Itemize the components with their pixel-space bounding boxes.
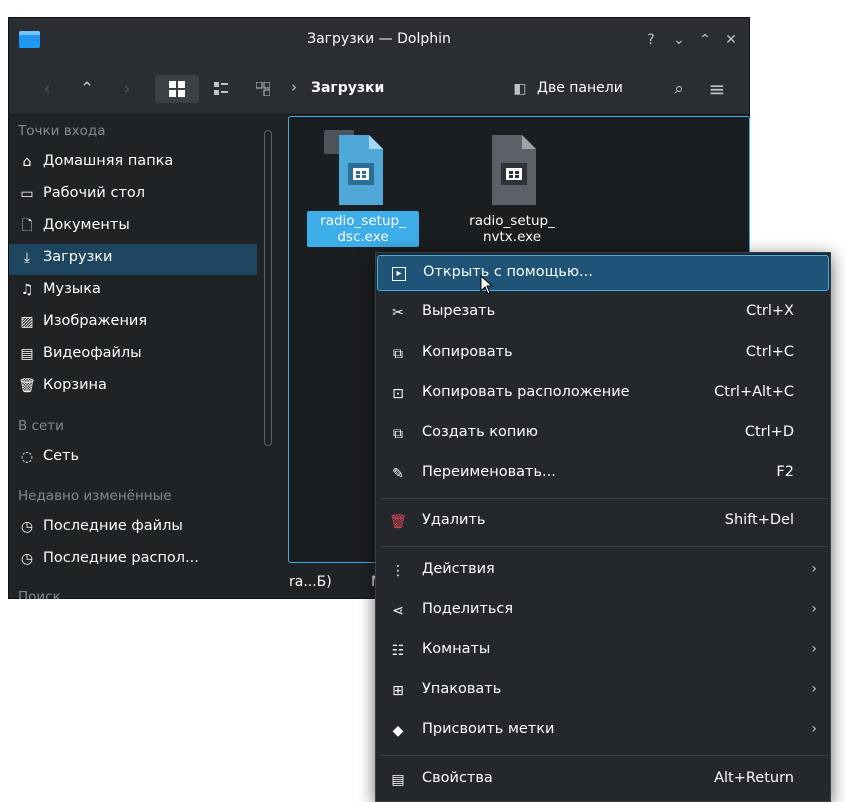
compress-icon: ⊞ xyxy=(392,683,404,699)
sidebar-item-network[interactable]: ◌ Сеть xyxy=(9,443,257,474)
menu-item-share[interactable]: ⋖ Поделиться › xyxy=(377,593,829,629)
music-icon: ♫ xyxy=(20,282,34,298)
documents-icon: 🗋 xyxy=(21,218,33,234)
menu-item-activities[interactable]: ☷ Комнаты › xyxy=(377,633,829,669)
delete-icon: 🗑 xyxy=(389,514,407,530)
sidebar-item-documents[interactable]: 🗋 Документы xyxy=(9,212,257,243)
context-menu: ▸ Открыть с помощью... ✂ Вырезать Ctrl+X… xyxy=(375,252,831,802)
menu-item-copy-location[interactable]: ⊡ Копировать расположение Ctrl+Alt+C xyxy=(377,376,829,412)
cut-icon: ✂ xyxy=(392,305,404,321)
split-view-button[interactable]: Две панели xyxy=(537,80,623,96)
shortcut: Ctrl+Alt+C xyxy=(714,384,794,400)
chevron-right-icon: › xyxy=(811,681,817,697)
section-entry-points: Точки входа xyxy=(18,123,106,139)
copy-location-icon: ⊡ xyxy=(392,386,404,402)
file-name-nvtx: radio_setup_ nvtx.exe xyxy=(469,213,555,245)
back-icon[interactable]: ‹ xyxy=(33,75,61,103)
status-bar-text: ra...Б) xyxy=(289,574,332,590)
section-network: В сети xyxy=(18,418,64,434)
sidebar-item-music[interactable]: ♫ Музыка xyxy=(9,276,257,307)
downloads-icon: ⤓ xyxy=(23,250,31,266)
menu-item-copy[interactable]: ⧉ Копировать Ctrl+C xyxy=(377,336,829,372)
exe-file-icon xyxy=(339,135,383,205)
copy-icon: ⧉ xyxy=(393,346,403,362)
sidebar-item-downloads[interactable]: ⤓ Загрузки xyxy=(9,244,257,275)
shortcut: Ctrl+D xyxy=(744,424,794,440)
forward-icon[interactable]: › xyxy=(113,75,141,103)
rename-icon: ✎ xyxy=(392,466,404,482)
window-title: Загрузки — Dolphin xyxy=(307,31,451,47)
shortcut: Alt+Return xyxy=(714,770,794,786)
trash-icon: 🗑 xyxy=(18,378,36,394)
sidebar-item-recent-locations[interactable]: ◷ Последние распол... xyxy=(9,545,257,576)
file-name-dsc: radio_setup_ dsc.exe xyxy=(307,211,419,247)
sidebar-scrollbar[interactable] xyxy=(264,130,272,446)
menu-item-open-with[interactable]: ▸ Открыть с помощью... xyxy=(377,255,829,291)
maximize-button[interactable]: ⌃ xyxy=(696,31,714,49)
menu-item-duplicate[interactable]: ⧉ Создать копию Ctrl+D xyxy=(377,416,829,452)
recent-files-icon: ◷ xyxy=(20,519,34,535)
places-panel: Точки входа ⌂ Домашняя папка ▭ Рабочий сто… xyxy=(9,115,259,600)
tree-icon xyxy=(255,81,271,97)
home-icon: ⌂ xyxy=(22,154,32,170)
search-icon[interactable]: ⌕ xyxy=(667,75,691,103)
shortcut: F2 xyxy=(776,464,794,480)
menu-item-cut[interactable]: ✂ Вырезать Ctrl+X xyxy=(377,295,829,331)
grid-icon xyxy=(169,81,185,97)
shortcut: Shift+Del xyxy=(724,512,794,528)
recent-locations-icon: ◷ xyxy=(20,551,34,567)
sidebar-item-home[interactable]: ⌂ Домашняя папка xyxy=(9,148,257,179)
split-view-icon[interactable]: ◧ xyxy=(511,75,529,103)
shortcut: Ctrl+C xyxy=(745,344,794,360)
breadcrumb-current[interactable]: Загрузки xyxy=(311,80,384,96)
pictures-icon: ▨ xyxy=(20,314,34,330)
menu-item-rename[interactable]: ✎ Переименовать... F2 xyxy=(377,456,829,492)
menu-item-compress[interactable]: ⊞ Упаковать › xyxy=(377,673,829,709)
network-icon: ◌ xyxy=(20,449,34,465)
title-bar[interactable]: Загрузки — Dolphin ? ⌄ ⌃ ✕ xyxy=(9,18,749,64)
desktop-icon: ▭ xyxy=(20,186,34,202)
menu-item-assign-tags[interactable]: ◆ Присвоить метки › xyxy=(377,713,829,749)
open-with-icon: ▸ xyxy=(392,267,406,281)
details-view-icon[interactable] xyxy=(251,75,275,103)
sidebar-item-trash[interactable]: 🗑 Корзина xyxy=(9,372,257,403)
menu-item-delete[interactable]: 🗑 Удалить Shift+Del xyxy=(377,504,829,540)
sidebar-item-pictures[interactable]: ▨ Изображения xyxy=(9,308,257,339)
toolbar: ‹ ⌃ › › Загрузки ◧ Две панели ⌕ ≡ xyxy=(9,64,749,115)
help-button[interactable]: ? xyxy=(642,31,660,49)
sidebar-item-videos[interactable]: ▤ Видеофайлы xyxy=(9,340,257,371)
section-search: Поиск xyxy=(18,589,61,599)
chevron-right-icon: › xyxy=(811,601,817,617)
hamburger-menu-icon[interactable]: ≡ xyxy=(705,75,729,103)
icons-view-icon[interactable] xyxy=(155,75,199,103)
close-button[interactable]: ✕ xyxy=(722,31,740,49)
menu-separator xyxy=(380,498,828,499)
tag-icon: ◆ xyxy=(392,723,404,739)
sidebar-item-desktop[interactable]: ▭ Рабочий стол xyxy=(9,180,257,211)
videos-icon: ▤ xyxy=(20,346,34,362)
chevron-right-icon: › xyxy=(811,721,817,737)
menu-item-properties[interactable]: ▤ Свойства Alt+Return xyxy=(377,762,829,798)
minimize-button[interactable]: ⌄ xyxy=(670,31,688,49)
duplicate-icon: ⧉ xyxy=(393,426,403,442)
menu-item-actions[interactable]: ⋮ Действия › xyxy=(377,553,829,589)
compact-view-icon[interactable] xyxy=(209,75,233,103)
exe-file-icon xyxy=(492,135,536,205)
mouse-cursor-icon xyxy=(480,275,494,295)
properties-icon: ▤ xyxy=(391,772,405,788)
chevron-right-icon: › xyxy=(811,641,817,657)
section-recent: Недавно изменённые xyxy=(18,488,172,504)
share-icon: ⋖ xyxy=(392,603,404,619)
sidebar-item-recent-files[interactable]: ◷ Последние файлы xyxy=(9,513,257,544)
activities-icon: ☷ xyxy=(391,643,405,659)
breadcrumb-separator: › xyxy=(291,78,297,96)
up-icon[interactable]: ⌃ xyxy=(73,75,101,103)
compact-icon xyxy=(214,82,228,95)
shortcut: Ctrl+X xyxy=(746,303,794,319)
actions-icon: ⋮ xyxy=(391,563,405,579)
menu-separator xyxy=(380,546,828,547)
menu-separator xyxy=(380,755,828,756)
chevron-right-icon: › xyxy=(811,561,817,577)
